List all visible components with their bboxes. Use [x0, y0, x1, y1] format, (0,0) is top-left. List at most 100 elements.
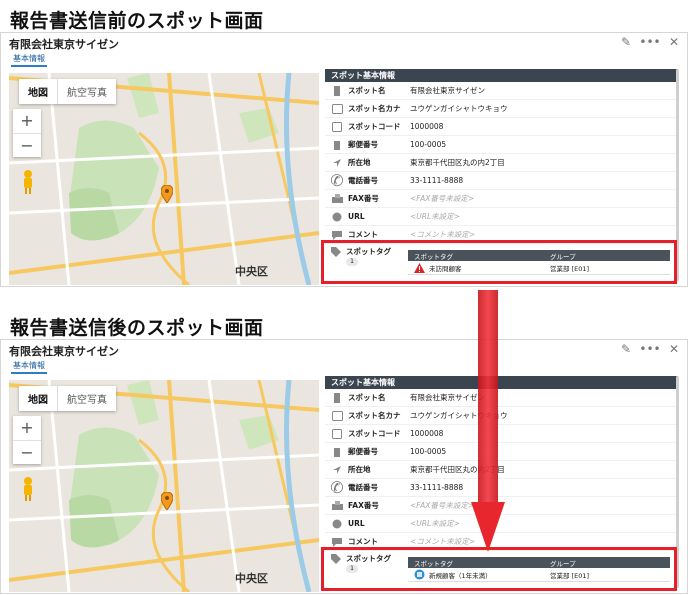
- zoom-out-button[interactable]: −: [13, 133, 41, 157]
- row-label: 郵便番号: [348, 140, 378, 149]
- row-value: 有限会社東京サイゼン: [410, 86, 485, 95]
- fax-icon: [330, 500, 344, 512]
- edit-pencil-icon[interactable]: ✎: [619, 35, 633, 49]
- map-button[interactable]: 地図: [19, 386, 57, 411]
- code-icon: [330, 121, 344, 133]
- tag-row[interactable]: 未訪問顧客 営業部 [E01]: [408, 261, 670, 275]
- row-value: <FAX番号未設定>: [410, 194, 475, 203]
- row-label: スポットコード: [348, 429, 401, 438]
- map-streets: [9, 380, 319, 592]
- group-cell: 営業部 [E01]: [550, 264, 590, 273]
- panel-actions: ✎ ••• ✕: [619, 342, 681, 356]
- row-label: スポット名: [348, 393, 386, 402]
- row-label: URL: [348, 212, 365, 221]
- row-label: URL: [348, 519, 365, 528]
- map-district-label: 中央区: [235, 572, 268, 585]
- edit-pencil-icon[interactable]: ✎: [619, 342, 633, 356]
- satellite-button[interactable]: 航空写真: [57, 79, 116, 104]
- zoom-in-button[interactable]: +: [13, 416, 41, 440]
- section-heading-before: 報告書送信前のスポット画面: [10, 10, 264, 32]
- phone-icon: ✆: [330, 478, 344, 497]
- location-pin-icon[interactable]: [161, 185, 173, 203]
- tag-name: 新規顧客（1年未満）: [429, 571, 492, 580]
- close-icon[interactable]: ✕: [667, 342, 681, 356]
- row-value: 33-1111-8888: [410, 483, 464, 492]
- row-label: 電話番号: [348, 483, 378, 492]
- panel-title: 有限会社東京サイゼン: [9, 345, 119, 358]
- info-row: スポット名カナ ユウゲンガイシャトウキョウ: [325, 100, 678, 118]
- tag-cell: 未訪問顧客: [408, 262, 548, 273]
- comment-icon: [330, 229, 344, 241]
- location-pin-icon[interactable]: [161, 492, 173, 510]
- row-label: 所在地: [348, 465, 371, 474]
- postal-icon: [330, 446, 344, 458]
- fax-icon: [330, 193, 344, 205]
- row-label: スポット名カナ: [348, 411, 401, 420]
- map-view[interactable]: 地図 航空写真 + − 中央区: [9, 73, 319, 285]
- map-type-toggle: 地図 航空写真: [19, 386, 116, 411]
- close-icon[interactable]: ✕: [667, 35, 681, 49]
- zoom-in-button[interactable]: +: [13, 109, 41, 133]
- tag-label: スポットタグ: [346, 247, 391, 256]
- code-icon: [330, 428, 344, 440]
- satellite-button[interactable]: 航空写真: [57, 386, 116, 411]
- map-streets: [9, 73, 319, 285]
- info-header: スポット基本情報: [325, 69, 678, 82]
- tag-icon: [331, 247, 341, 257]
- row-value: 1000008: [410, 122, 444, 131]
- row-value: <FAX番号未設定>: [410, 501, 475, 510]
- row-value: <URL未設定>: [410, 212, 460, 221]
- location-arrow-icon: [330, 157, 344, 169]
- tag-table: スポットタグ グループ 新規顧客（1年未満） 営業部 [E01]: [408, 557, 670, 582]
- tag-label: スポットタグ: [346, 554, 391, 563]
- panel-title: 有限会社東京サイゼン: [9, 38, 119, 51]
- map-district-label: 中央区: [235, 265, 268, 278]
- row-value: ユウゲンガイシャトウキョウ: [410, 104, 508, 113]
- comment-icon: [330, 536, 344, 548]
- tag-table-header: スポットタグ グループ: [408, 557, 670, 568]
- info-row: 所在地 東京都千代田区丸の内2丁目: [325, 154, 678, 172]
- zoom-out-button[interactable]: −: [13, 440, 41, 464]
- phone-icon: ✆: [330, 171, 344, 190]
- spot-panel-after: 有限会社東京サイゼン ✎ ••• ✕ 基本情報 地図 航空写真 + − 中央区 …: [0, 339, 688, 594]
- spot-panel-before: 有限会社東京サイゼン ✎ ••• ✕ 基本情報 地図 航空写真 + − 中央区 …: [0, 32, 688, 287]
- info-row: FAX番号 <FAX番号未設定>: [325, 190, 678, 208]
- map-type-toggle: 地図 航空写真: [19, 79, 116, 104]
- map-button[interactable]: 地図: [19, 79, 57, 104]
- more-options-icon[interactable]: •••: [639, 35, 660, 49]
- row-value: <コメント未設定>: [410, 537, 476, 546]
- zoom-control: + −: [13, 416, 41, 464]
- column-header: グループ: [550, 559, 576, 568]
- kana-icon: [330, 410, 344, 422]
- tag-icon: [331, 554, 341, 564]
- tag-count-badge: 1: [346, 565, 358, 573]
- section-heading-after: 報告書送信後のスポット画面: [10, 317, 264, 339]
- info-row: ✆ 電話番号 33-1111-8888: [325, 171, 678, 190]
- tab-basic-info[interactable]: 基本情報: [11, 52, 47, 67]
- map-view[interactable]: 地図 航空写真 + − 中央区: [9, 380, 319, 592]
- globe-icon: [330, 211, 344, 223]
- spot-tag-highlight: スポットタグ 1 スポットタグ グループ 未訪問顧客 営業部 [E01]: [321, 240, 677, 284]
- postal-icon: [330, 139, 344, 151]
- new-badge-icon: [414, 569, 425, 580]
- tag-cell: 新規顧客（1年未満）: [408, 569, 548, 580]
- tag-table-header: スポットタグ グループ: [408, 250, 670, 261]
- row-value: <URL未設定>: [410, 519, 460, 528]
- info-row: URL <URL未設定>: [325, 208, 678, 226]
- row-value: 東京都千代田区丸の内2丁目: [410, 158, 505, 167]
- globe-icon: [330, 518, 344, 530]
- column-header: スポットタグ: [414, 252, 453, 261]
- tab-basic-info[interactable]: 基本情報: [11, 359, 47, 374]
- zoom-control: + −: [13, 109, 41, 157]
- more-options-icon[interactable]: •••: [639, 342, 660, 356]
- column-header: スポットタグ: [414, 559, 453, 568]
- tag-row[interactable]: 新規顧客（1年未満） 営業部 [E01]: [408, 568, 670, 582]
- row-label: 電話番号: [348, 176, 378, 185]
- info-row: スポット名 有限会社東京サイゼン: [325, 82, 678, 100]
- location-arrow-icon: [330, 464, 344, 476]
- row-label: スポット名カナ: [348, 104, 401, 113]
- group-cell: 営業部 [E01]: [550, 571, 590, 580]
- pegman-icon[interactable]: [21, 476, 35, 502]
- row-label: FAX番号: [348, 194, 379, 203]
- pegman-icon[interactable]: [21, 169, 35, 195]
